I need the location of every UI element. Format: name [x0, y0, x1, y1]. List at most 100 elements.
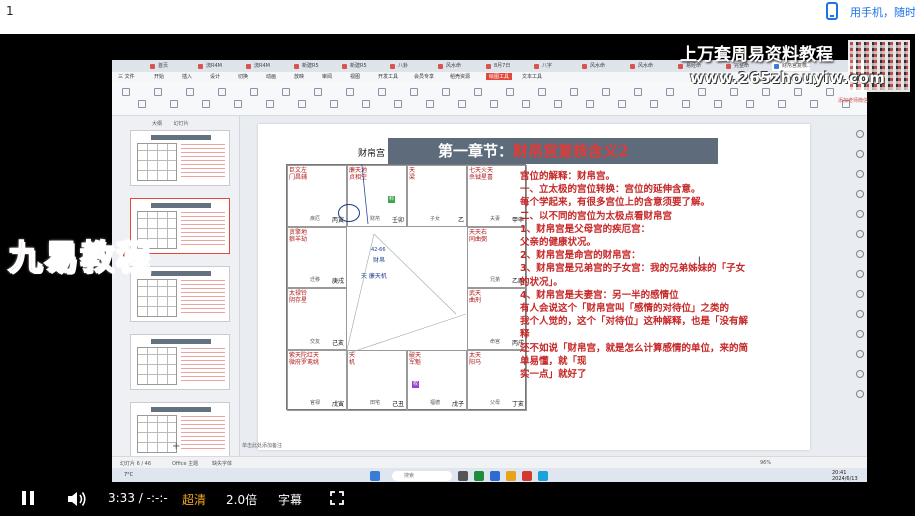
ribbon-tool-icon[interactable]	[826, 88, 834, 96]
menu-item[interactable]: 会员专享	[414, 73, 434, 80]
ribbon-tool-icon[interactable]	[170, 100, 178, 108]
menu-item[interactable]: 动画	[266, 73, 276, 80]
ribbon-tool-icon[interactable]	[122, 88, 130, 96]
quality-button[interactable]: 超清	[182, 491, 206, 508]
taskbar-search[interactable]: 搜索	[392, 471, 452, 481]
app-icon-green[interactable]	[474, 471, 484, 481]
wps-tab[interactable]: 流R4M	[196, 62, 222, 71]
side-tool-icon[interactable]	[856, 290, 864, 298]
menu-item[interactable]: 文本工具	[522, 73, 542, 80]
ribbon-tool-icon[interactable]	[762, 88, 770, 96]
ribbon-tool-icon[interactable]	[186, 88, 194, 96]
ribbon-tool-icon[interactable]	[346, 88, 354, 96]
ribbon-tool-icon[interactable]	[538, 88, 546, 96]
menu-item[interactable]: 开发工具	[378, 73, 398, 80]
speed-button[interactable]: 2.0倍	[226, 491, 257, 508]
wps-taskbar-icon[interactable]	[522, 471, 532, 481]
ribbon-tool-icon[interactable]	[794, 88, 802, 96]
wps-tab[interactable]: 风水命	[628, 62, 653, 71]
ribbon-tool-icon[interactable]	[426, 100, 434, 108]
ribbon-tool-icon[interactable]	[522, 100, 530, 108]
wps-tab[interactable]: 八字	[532, 62, 552, 71]
folder-icon[interactable]	[506, 471, 516, 481]
subtitle-button[interactable]: 字幕	[278, 491, 302, 508]
video-frame[interactable]: 首页 流R4M 流R4M 新建R5 新建R5 八卦 风水命 8月7日 八字 风水命 风水命 易经命 完整…	[0, 34, 915, 482]
menu-item[interactable]: 绘图工具	[486, 73, 513, 80]
ribbon-tool-icon[interactable]	[362, 100, 370, 108]
windows-start-icon[interactable]	[370, 471, 380, 481]
ribbon-tool-icon[interactable]	[602, 88, 610, 96]
side-tool-icon[interactable]	[856, 130, 864, 138]
taskview-icon[interactable]	[458, 471, 468, 481]
menu-item[interactable]: 设计	[210, 73, 220, 80]
status-missing-font[interactable]: 缺失字体	[212, 460, 232, 467]
add-slide-icon[interactable]: +	[172, 441, 180, 452]
side-tool-icon[interactable]	[856, 350, 864, 358]
volume-icon[interactable]	[66, 490, 88, 508]
pause-icon[interactable]	[22, 491, 34, 505]
wps-tab[interactable]: 新建R5	[340, 62, 367, 71]
ribbon-tool-icon[interactable]	[554, 100, 562, 108]
ribbon-tool-icon[interactable]	[698, 88, 706, 96]
ribbon-tool-icon[interactable]	[138, 100, 146, 108]
phone-icon[interactable]	[826, 2, 838, 20]
app-icon-blue[interactable]	[490, 471, 500, 481]
ribbon-tool-icon[interactable]	[266, 100, 274, 108]
slide-thumbnail[interactable]: 7	[130, 334, 230, 390]
wps-tab[interactable]: 风水命	[436, 62, 461, 71]
tab-outline[interactable]: 大纲	[152, 121, 162, 127]
ribbon-tool-icon[interactable]	[410, 88, 418, 96]
wps-tab[interactable]: 风水命	[580, 62, 605, 71]
side-tool-icon[interactable]	[856, 250, 864, 258]
ribbon-tool-icon[interactable]	[506, 88, 514, 96]
ribbon-tool-icon[interactable]	[250, 88, 258, 96]
side-tool-icon[interactable]	[856, 310, 864, 318]
wps-tab[interactable]: 流R4M	[244, 62, 270, 71]
menu-item[interactable]: 稻壳资源	[450, 73, 470, 80]
menu-item[interactable]: 开始	[154, 73, 164, 80]
ribbon-tool-icon[interactable]	[682, 100, 690, 108]
ribbon-tool-icon[interactable]	[618, 100, 626, 108]
ribbon-tool-icon[interactable]	[218, 88, 226, 96]
tab-slides[interactable]: 幻灯片	[174, 121, 189, 127]
fullscreen-icon[interactable]	[330, 491, 344, 505]
side-tool-icon[interactable]	[856, 390, 864, 398]
ribbon-tool-icon[interactable]	[746, 100, 754, 108]
menu-item[interactable]: 放映	[294, 73, 304, 80]
wps-tab[interactable]: 八卦	[388, 62, 408, 71]
ribbon-tool-icon[interactable]	[474, 88, 482, 96]
ribbon-tool-icon[interactable]	[714, 100, 722, 108]
side-tool-icon[interactable]	[856, 170, 864, 178]
ribbon-tool-icon[interactable]	[442, 88, 450, 96]
ribbon-tool-icon[interactable]	[234, 100, 242, 108]
menu-item[interactable]: 视图	[350, 73, 360, 80]
side-tool-icon[interactable]	[856, 150, 864, 158]
wps-tab[interactable]: 新建R5	[292, 62, 319, 71]
zoom-level[interactable]: 96%	[760, 460, 771, 466]
ribbon-tool-icon[interactable]	[650, 100, 658, 108]
ribbon-tool-icon[interactable]	[778, 100, 786, 108]
ribbon-tool-icon[interactable]	[586, 100, 594, 108]
ribbon-tool-icon[interactable]	[154, 88, 162, 96]
ribbon-tool-icon[interactable]	[730, 88, 738, 96]
ribbon-tool-icon[interactable]	[490, 100, 498, 108]
side-tool-icon[interactable]	[856, 190, 864, 198]
mobile-link[interactable]: 用手机，随时	[850, 4, 915, 20]
menu-item[interactable]: 三 文件	[118, 73, 135, 80]
wps-tab[interactable]: 8月7日	[484, 62, 510, 71]
notes-field[interactable]: 单击此处添加备注	[242, 442, 802, 454]
ribbon-tool-icon[interactable]	[330, 100, 338, 108]
wps-tab[interactable]: 首页	[148, 62, 168, 71]
browser-icon[interactable]	[538, 471, 548, 481]
side-tool-icon[interactable]	[856, 210, 864, 218]
side-tool-icon[interactable]	[856, 230, 864, 238]
ribbon-tool-icon[interactable]	[314, 88, 322, 96]
menu-item[interactable]: 切换	[238, 73, 248, 80]
ribbon-tool-icon[interactable]	[202, 100, 210, 108]
side-tool-icon[interactable]	[856, 370, 864, 378]
ribbon-tool-icon[interactable]	[666, 88, 674, 96]
side-tool-icon[interactable]	[856, 270, 864, 278]
slide-thumbnail[interactable]: 4	[130, 130, 230, 186]
ribbon-tool-icon[interactable]	[394, 100, 402, 108]
ribbon-tool-icon[interactable]	[298, 100, 306, 108]
